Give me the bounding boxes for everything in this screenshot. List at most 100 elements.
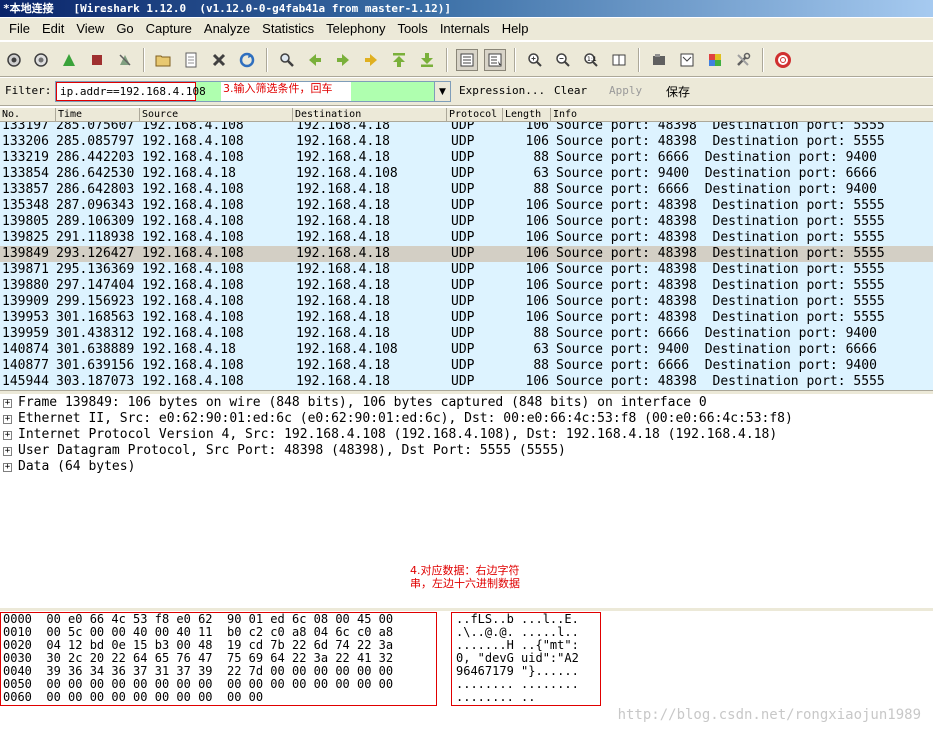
menu-view[interactable]: View: [70, 18, 110, 40]
filter-toolbar: Filter: ip.addr==192.168.4.108 3.输入筛选条件，…: [0, 78, 933, 106]
detail-tree-item[interactable]: + Internet Protocol Version 4, Src: 192.1…: [0, 427, 933, 443]
hex-line[interactable]: 0060 00 00 00 00 00 00 00 00 00 00: [1, 691, 436, 704]
coloring-rules-icon[interactable]: [704, 49, 726, 71]
packet-row[interactable]: 139871 295.136369 192.168.4.108 192.168.4.1…: [0, 262, 933, 278]
packet-row[interactable]: 133854 286.642530 192.168.4.18 192.168.4.10…: [0, 166, 933, 182]
packet-row[interactable]: 139909 299.156923 192.168.4.108 192.168.4.1…: [0, 294, 933, 310]
cell-info: Source port: 9400 Destination port: 6666: [556, 342, 877, 357]
column-header-protocol[interactable]: Protocol: [447, 108, 503, 122]
packet-row[interactable]: 139880 297.147404 192.168.4.108 192.168.4.1…: [0, 278, 933, 294]
find-packet-icon[interactable]: [276, 49, 298, 71]
packet-row[interactable]: 139825 291.118938 192.168.4.108 192.168.4.1…: [0, 230, 933, 246]
column-header-destination[interactable]: Destination: [293, 108, 447, 122]
cell-destination: 192.168.4.18: [296, 278, 390, 293]
packet-row[interactable]: 139953 301.168563 192.168.4.108 192.168.4.1…: [0, 310, 933, 326]
reload-icon[interactable]: [236, 49, 258, 71]
menu-tools[interactable]: Tools: [391, 18, 433, 40]
colorize-icon[interactable]: [456, 49, 478, 71]
window-title: *本地连接 [Wireshark 1.12.0 (v1.12.0-0-g4fab…: [0, 0, 933, 17]
packet-row[interactable]: 139805 289.106309 192.168.4.108 192.168.4.1…: [0, 214, 933, 230]
column-header-length[interactable]: Length: [503, 108, 551, 122]
cell-info: Source port: 48398 Destination port: 555…: [556, 294, 885, 309]
expand-icon[interactable]: +: [3, 431, 12, 440]
capture-filters-icon[interactable]: [648, 49, 670, 71]
menu-capture[interactable]: Capture: [140, 18, 198, 40]
column-header-source[interactable]: Source: [140, 108, 293, 122]
detail-tree-item[interactable]: + User Datagram Protocol, Src Port: 48398…: [0, 443, 933, 459]
normal-size-icon[interactable]: 1:1: [580, 49, 602, 71]
cell-protocol: UDP: [451, 166, 475, 181]
menu-internals[interactable]: Internals: [434, 18, 496, 40]
detail-tree-item[interactable]: + Data (64 bytes): [0, 459, 933, 475]
toolbar-separator: [514, 48, 516, 72]
cell-destination: 192.168.4.108: [296, 166, 398, 181]
expand-icon[interactable]: +: [3, 463, 12, 472]
zoom-in-icon[interactable]: [524, 49, 546, 71]
packet-row[interactable]: 133206 285.085797 192.168.4.108 192.168.4.1…: [0, 134, 933, 150]
expand-icon[interactable]: +: [3, 447, 12, 456]
open-file-icon[interactable]: [152, 49, 174, 71]
packet-row[interactable]: 140877 301.639156 192.168.4.108 192.168.4.1…: [0, 358, 933, 374]
help-icon[interactable]: [772, 49, 794, 71]
interfaces-icon[interactable]: [3, 49, 25, 71]
cell-no: 140874: [2, 342, 49, 357]
go-back-icon[interactable]: [304, 49, 326, 71]
go-to-packet-icon[interactable]: [360, 49, 382, 71]
menu-help[interactable]: Help: [496, 18, 535, 40]
chevron-down-icon: ▼: [439, 86, 446, 97]
cell-length: 106: [525, 294, 549, 309]
menu-file[interactable]: File: [3, 18, 36, 40]
cell-length: 106: [525, 198, 549, 213]
menu-analyze[interactable]: Analyze: [198, 18, 256, 40]
close-file-icon[interactable]: [208, 49, 230, 71]
expand-icon[interactable]: +: [3, 399, 12, 408]
filter-combobox[interactable]: ip.addr==192.168.4.108 3.输入筛选条件，回车 ▼: [55, 81, 451, 102]
filter-dropdown-button[interactable]: ▼: [434, 82, 450, 101]
start-capture-icon[interactable]: [58, 49, 80, 71]
stop-capture-icon[interactable]: [86, 49, 108, 71]
cell-no: 133219: [2, 150, 49, 165]
menu-edit[interactable]: Edit: [36, 18, 70, 40]
detail-udp: User Datagram Protocol, Src Port: 48398 …: [18, 443, 566, 458]
column-header-time[interactable]: Time: [56, 108, 140, 122]
packet-row[interactable]: 140874 301.638889 192.168.4.18 192.168.4.10…: [0, 342, 933, 358]
auto-scroll-icon[interactable]: [484, 49, 506, 71]
save-filter-button[interactable]: 保存: [666, 83, 690, 100]
display-filters-icon[interactable]: [676, 49, 698, 71]
detail-tree-item[interactable]: + Frame 139849: 106 bytes on wire (848 bi…: [0, 395, 933, 411]
filter-input[interactable]: ip.addr==192.168.4.108: [56, 82, 206, 101]
apply-button[interactable]: Apply: [609, 84, 642, 97]
cell-length: 106: [525, 278, 549, 293]
ascii-line[interactable]: ........ ..: [452, 691, 600, 704]
packet-row-selected[interactable]: 139849 293.126427 192.168.4.108 192.168.4.1…: [0, 246, 933, 262]
menu-go[interactable]: Go: [110, 18, 139, 40]
expand-icon[interactable]: +: [3, 415, 12, 424]
packet-row[interactable]: 133857 286.642803 192.168.4.108 192.168.4.1…: [0, 182, 933, 198]
column-header-no[interactable]: No.: [0, 108, 56, 122]
cell-time: 301.639156: [56, 358, 135, 373]
first-packet-icon[interactable]: [388, 49, 410, 71]
zoom-out-icon[interactable]: [552, 49, 574, 71]
cell-destination: 192.168.4.108: [296, 342, 398, 357]
last-packet-icon[interactable]: [416, 49, 438, 71]
save-file-icon[interactable]: [180, 49, 202, 71]
packet-row[interactable]: 133219 286.442203 192.168.4.108 192.168.4.1…: [0, 150, 933, 166]
column-header-info[interactable]: Info: [551, 108, 933, 122]
menu-telephony[interactable]: Telephony: [320, 18, 391, 40]
cell-no: 139825: [2, 230, 49, 245]
packet-row[interactable]: 139959 301.438312 192.168.4.108 192.168.4.1…: [0, 326, 933, 342]
clear-button[interactable]: Clear: [554, 84, 587, 97]
options-icon[interactable]: [30, 49, 52, 71]
detail-tree-item[interactable]: + Ethernet II, Src: e0:62:90:01:ed:6c (e0…: [0, 411, 933, 427]
cell-protocol: UDP: [451, 246, 475, 261]
go-forward-icon[interactable]: [332, 49, 354, 71]
expression-button[interactable]: Expression...: [459, 84, 545, 97]
cell-length: 88: [533, 358, 549, 373]
resize-columns-icon[interactable]: [608, 49, 630, 71]
packet-row[interactable]: 135348 287.096343 192.168.4.108 192.168.4.1…: [0, 198, 933, 214]
preferences-icon[interactable]: [732, 49, 754, 71]
restart-capture-icon[interactable]: [114, 49, 136, 71]
menu-statistics[interactable]: Statistics: [256, 18, 320, 40]
cell-source: 192.168.4.108: [142, 294, 244, 309]
packet-row[interactable]: 145944 303.187073 192.168.4.108 192.168.4.1…: [0, 374, 933, 390]
